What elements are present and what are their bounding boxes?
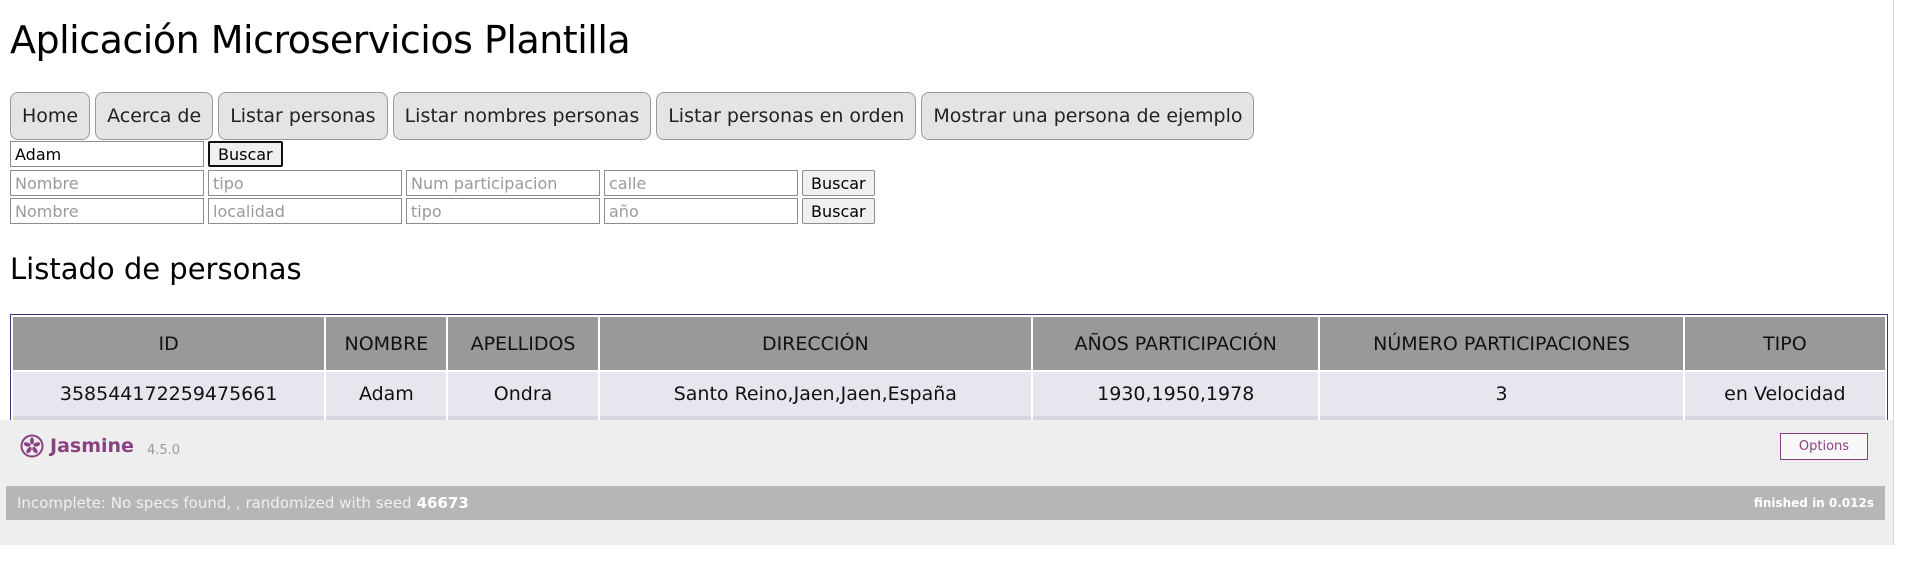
nav-about-button[interactable]: Acerca de bbox=[95, 92, 214, 140]
nav-list-names-button[interactable]: Listar nombres personas bbox=[392, 92, 652, 140]
name-search-input[interactable] bbox=[10, 141, 204, 167]
cell-id: 358544172259475661 bbox=[13, 372, 325, 422]
location-name-input[interactable] bbox=[10, 198, 204, 224]
jasmine-logo: Jasmine bbox=[20, 434, 134, 458]
location-locality-input[interactable] bbox=[208, 198, 402, 224]
cell-apellidos: Ondra bbox=[448, 372, 598, 422]
participation-street-input[interactable] bbox=[604, 170, 798, 196]
header-direccion: DIRECCIÓN bbox=[599, 317, 1032, 370]
cell-anos: 1930,1950,1978 bbox=[1033, 372, 1319, 422]
header-tipo: TIPO bbox=[1684, 317, 1885, 370]
nav-bar: Home Acerca de Listar personas Listar no… bbox=[10, 92, 1255, 140]
jasmine-reporter: Jasmine 4.5.0 Options Incomplete: No spe… bbox=[0, 420, 1893, 545]
options-button[interactable]: Options bbox=[1780, 433, 1868, 460]
header-apellidos: APELLIDOS bbox=[448, 317, 598, 370]
participation-search-button[interactable]: Buscar bbox=[802, 170, 875, 196]
jasmine-logo-text: Jasmine bbox=[50, 435, 134, 457]
nav-list-ordered-button[interactable]: Listar personas en orden bbox=[656, 92, 917, 140]
name-search-button[interactable]: Buscar bbox=[208, 141, 283, 167]
header-anos: AÑOS PARTICIPACIÓN bbox=[1033, 317, 1319, 370]
search-row-participation: Buscar bbox=[10, 170, 875, 196]
jasmine-version: 4.5.0 bbox=[147, 443, 181, 458]
header-numero: NÚMERO PARTICIPACIONES bbox=[1320, 317, 1683, 370]
nav-show-example-button[interactable]: Mostrar una persona de ejemplo bbox=[921, 92, 1255, 140]
status-text: Incomplete: No specs found, , randomized… bbox=[17, 494, 412, 512]
people-table: ID NOMBRE APELLIDOS DIRECCIÓN AÑOS PARTI… bbox=[10, 314, 1888, 425]
participation-count-input[interactable] bbox=[406, 170, 600, 196]
page-edge bbox=[1893, 0, 1894, 545]
seed-link[interactable]: 46673 bbox=[417, 494, 469, 512]
participation-type-input[interactable] bbox=[208, 170, 402, 196]
participation-name-input[interactable] bbox=[10, 170, 204, 196]
location-year-input[interactable] bbox=[604, 198, 798, 224]
nav-list-people-button[interactable]: Listar personas bbox=[218, 92, 388, 140]
location-search-button[interactable]: Buscar bbox=[802, 198, 875, 224]
location-type-input[interactable] bbox=[406, 198, 600, 224]
jasmine-status-bar: Incomplete: No specs found, , randomized… bbox=[6, 486, 1885, 520]
jasmine-flower-icon bbox=[20, 434, 44, 458]
header-id: ID bbox=[13, 317, 325, 370]
table-row: 358544172259475661 Adam Ondra Santo Rein… bbox=[13, 372, 1885, 422]
nav-home-button[interactable]: Home bbox=[10, 92, 91, 140]
header-nombre: NOMBRE bbox=[326, 317, 447, 370]
cell-nombre: Adam bbox=[326, 372, 447, 422]
cell-tipo: en Velocidad bbox=[1684, 372, 1885, 422]
search-row-location: Buscar bbox=[10, 198, 875, 224]
finished-time: finished in 0.012s bbox=[1753, 496, 1874, 510]
cell-direccion: Santo Reino,Jaen,Jaen,España bbox=[599, 372, 1032, 422]
cell-numero: 3 bbox=[1320, 372, 1683, 422]
table-header-row: ID NOMBRE APELLIDOS DIRECCIÓN AÑOS PARTI… bbox=[13, 317, 1885, 370]
page-title: Aplicación Microservicios Plantilla bbox=[10, 18, 631, 62]
section-title: Listado de personas bbox=[10, 252, 302, 286]
search-row-name: Buscar bbox=[10, 141, 283, 167]
